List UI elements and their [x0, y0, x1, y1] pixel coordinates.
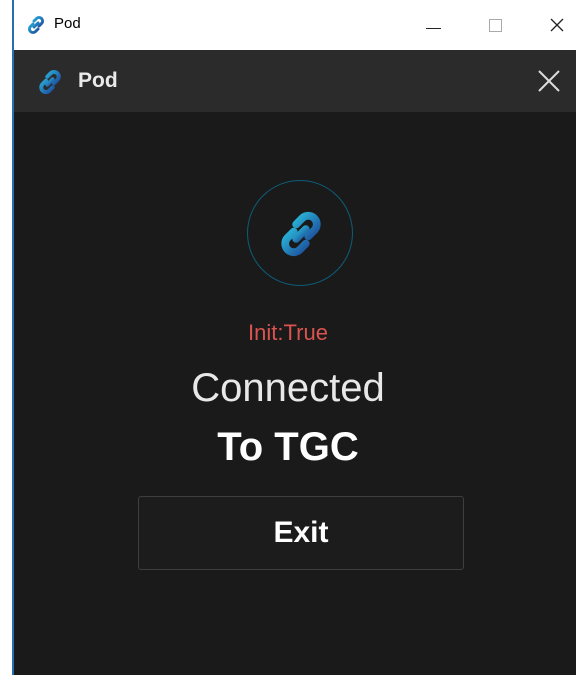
- connection-logo: [247, 180, 353, 286]
- close-icon: [550, 18, 564, 32]
- os-title-bar: Pod: [14, 0, 576, 50]
- maximize-button[interactable]: [472, 0, 518, 50]
- app-header: Pod: [14, 50, 576, 112]
- maximize-icon: [488, 18, 502, 32]
- close-icon[interactable]: [532, 64, 566, 98]
- app-title: Pod: [78, 69, 118, 92]
- connected-label: Connected: [191, 366, 385, 410]
- link-icon: [281, 211, 321, 257]
- exit-button[interactable]: Exit: [138, 496, 464, 570]
- init-status: Init:True: [248, 320, 328, 345]
- minimize-button[interactable]: [410, 0, 456, 50]
- window-close-button[interactable]: [534, 0, 576, 50]
- window-title: Pod: [54, 15, 81, 32]
- link-icon: [27, 15, 45, 35]
- link-icon: [39, 69, 61, 95]
- minimize-icon: [425, 27, 441, 29]
- target-label: To TGC: [217, 425, 359, 469]
- app-window: Pod Init:True Connected To TGC Exit: [14, 50, 576, 675]
